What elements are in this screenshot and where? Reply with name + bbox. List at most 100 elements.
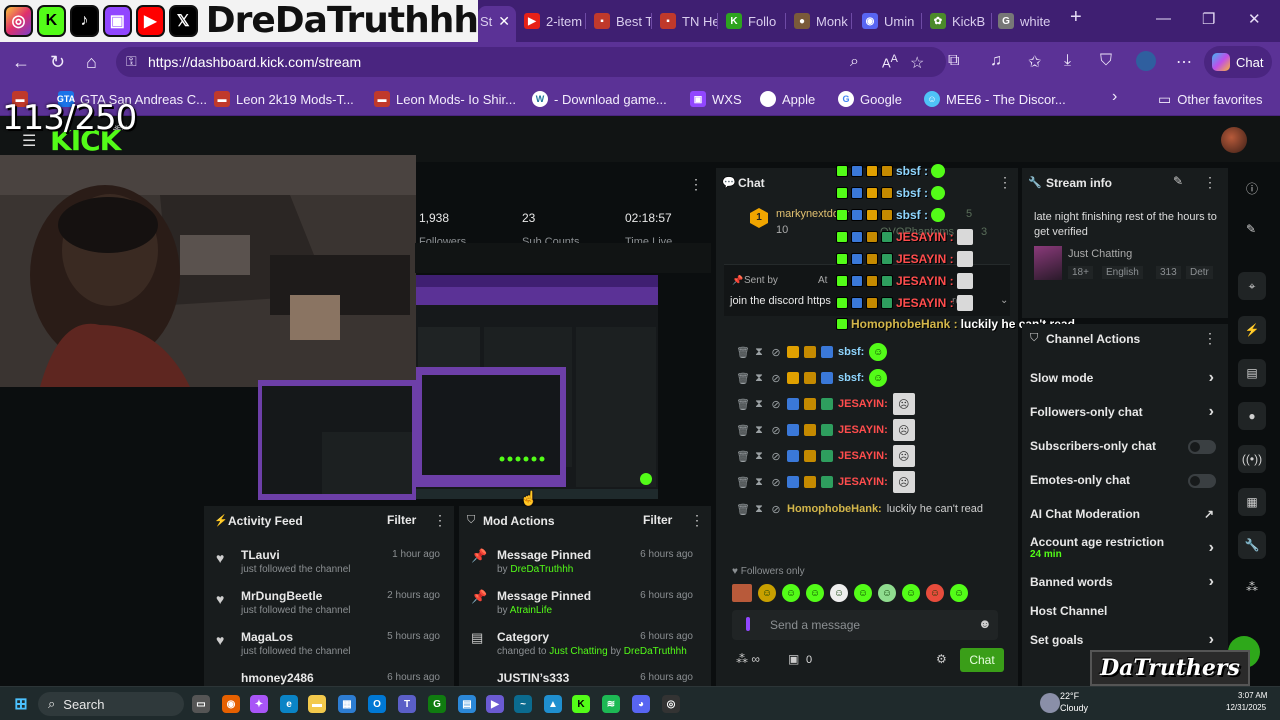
ban-icon[interactable]: ⊘	[770, 450, 782, 463]
restore-icon[interactable]: ❐	[1202, 10, 1215, 28]
chat-message[interactable]: 🗑 ⧗ ⊘ JESAYIN: ☹	[736, 471, 915, 493]
chat-message[interactable]: 🗑 ⧗ ⊘ JESAYIN: ☹	[736, 445, 915, 467]
avatar[interactable]	[1221, 127, 1247, 153]
layout-icon[interactable]: ▦	[1238, 488, 1266, 516]
download-icon[interactable]: ⤓	[1064, 52, 1071, 70]
calendar-icon[interactable]: ▤	[458, 695, 476, 713]
delete-icon[interactable]: 🗑	[736, 424, 750, 437]
search-icon[interactable]: ⌕	[850, 53, 859, 71]
chat-settings-icon[interactable]: ⚙	[936, 652, 947, 666]
nodes-icon[interactable]: ⁂	[1246, 580, 1258, 594]
bookmark-leon2[interactable]: ▬ Leon Mods- Io Shir...	[374, 91, 516, 107]
extensions-icon[interactable]: ⧉	[948, 52, 959, 70]
list-item[interactable]: ♥ MagaLos just followed the channel 5 ho…	[204, 630, 450, 672]
activity-filter-button[interactable]: Filter	[387, 513, 416, 527]
windows-start-icon[interactable]: ⊞	[12, 695, 30, 713]
weather-temp[interactable]: 22°F	[1060, 691, 1079, 701]
media-icon[interactable]: ♫	[990, 52, 1002, 70]
ban-icon[interactable]: ⊘	[770, 476, 782, 489]
subscribers-only-row[interactable]: Subscribers-only chat	[1030, 439, 1220, 461]
delete-icon[interactable]: 🗑	[736, 372, 750, 385]
chat-username[interactable]: sbsf:	[838, 346, 864, 358]
list-item[interactable]: ♥ MrDungBeetle just followed the channel…	[204, 589, 450, 631]
shield-icon[interactable]: ⛉	[1100, 52, 1112, 70]
chat-tools-icon[interactable]: ⁂ ∞	[736, 652, 760, 666]
mod-filter-button[interactable]: Filter	[643, 513, 672, 527]
chat-username[interactable]: JESAYIN:	[838, 398, 888, 410]
more-icon[interactable]: ⋯	[1176, 52, 1192, 72]
chat-menu-icon[interactable]: ⋮	[998, 174, 1012, 191]
activity-menu-icon[interactable]: ⋮	[433, 512, 447, 529]
chat-message[interactable]: 🗑 ⧗ ⊘ JESAYIN: ☹	[736, 419, 915, 441]
emote-icon[interactable]: ☺	[902, 584, 920, 602]
delete-icon[interactable]: 🗑	[736, 503, 750, 516]
emote-icon[interactable]: ☺	[926, 584, 944, 602]
feed-user[interactable]: MagaLos	[241, 630, 293, 644]
pencil-icon[interactable]: ✎	[1246, 222, 1256, 236]
kick-icon[interactable]: K	[572, 695, 590, 713]
bookmark-mee6[interactable]: ☺ MEE6 - The Discor...	[924, 91, 1066, 107]
profile-icon[interactable]	[1136, 51, 1156, 71]
chat-username[interactable]: sbsf:	[838, 372, 864, 384]
send-chat-button[interactable]: Chat	[960, 648, 1004, 672]
taskbar-search[interactable]: ⌕ Search	[38, 692, 184, 716]
subscribers-only-toggle[interactable]	[1188, 440, 1216, 454]
emote-icon[interactable]: ☺	[950, 584, 968, 602]
timeout-icon[interactable]: ⧗	[753, 372, 765, 385]
capture-icon[interactable]: ⌖	[1238, 272, 1266, 300]
delete-icon[interactable]: 🗑	[736, 398, 750, 411]
xbox-icon[interactable]: G	[428, 695, 446, 713]
bookmark-download[interactable]: W- Download game...	[532, 91, 667, 107]
external-link-icon[interactable]: ↗	[1204, 507, 1214, 521]
other-favorites[interactable]: ▭ Other favorites	[1158, 91, 1263, 108]
favorites-icon[interactable]: ✩	[1028, 52, 1041, 72]
timeout-icon[interactable]: ⧗	[753, 398, 765, 411]
chevron-right-icon[interactable]: ›	[1209, 369, 1214, 387]
edge-icon[interactable]: e	[280, 695, 298, 713]
stream-info-menu-icon[interactable]: ⋮	[1203, 174, 1217, 191]
minimize-icon[interactable]: —	[1156, 10, 1171, 27]
bookmark-wxs[interactable]: ▣ WXS	[690, 91, 742, 107]
document-icon[interactable]: ▤	[1238, 359, 1266, 387]
tab-white[interactable]: G white	[998, 8, 1056, 34]
tab-kickb[interactable]: ✿ KickB	[930, 8, 992, 34]
tab-youtube[interactable]: ▶ 2-item	[524, 8, 586, 34]
tab-tn[interactable]: ▪ TN He	[660, 8, 718, 34]
bookmark-google[interactable]: G Google	[838, 91, 902, 107]
list-item[interactable]: hmoney2486 6 hours ago	[204, 671, 450, 686]
store-icon[interactable]: ▦	[338, 695, 356, 713]
followers-only-row[interactable]: Followers-only chat ›	[1030, 403, 1220, 427]
file-explorer-icon[interactable]: ▬	[308, 695, 326, 713]
tab-monk[interactable]: ● Monk	[794, 8, 852, 34]
clock-date[interactable]: 12/31/2025	[1226, 703, 1266, 712]
banned-words-row[interactable]: Banned words ›	[1030, 573, 1220, 597]
ban-icon[interactable]: ⊘	[770, 346, 782, 359]
emote-icon[interactable]: ☺	[830, 584, 848, 602]
home-icon[interactable]: ⌂	[86, 52, 97, 72]
feed-user[interactable]: TLauvi	[241, 548, 280, 562]
ban-icon[interactable]: ⊘	[770, 503, 782, 516]
tab-umin[interactable]: ◉ Umin	[862, 8, 922, 34]
timeout-icon[interactable]: ⧗	[753, 476, 765, 489]
chat-input-placeholder[interactable]: Send a message	[770, 618, 860, 632]
ban-icon[interactable]: ⊘	[770, 398, 782, 411]
chat-message[interactable]: 🗑 ⧗ ⊘ sbsf: ☺	[736, 368, 888, 388]
bookmark-apple[interactable]: Apple	[760, 91, 815, 107]
new-tab-icon[interactable]: +	[1070, 6, 1082, 29]
list-item[interactable]: ▤ Category changed to Just Chatting by D…	[459, 630, 705, 672]
bookmarks-more-icon[interactable]: ›	[1112, 88, 1117, 106]
stream-category[interactable]: Just Chatting	[1068, 248, 1132, 260]
category-thumbnail[interactable]	[1034, 246, 1062, 280]
emote-icon[interactable]: ☺	[782, 584, 800, 602]
media-player-icon[interactable]: ▶	[486, 695, 504, 713]
lock-icon[interactable]: ⚿	[126, 53, 137, 70]
photos-icon[interactable]: ▲	[544, 695, 562, 713]
chevron-right-icon[interactable]: ›	[1209, 631, 1214, 649]
emotes-only-row[interactable]: Emotes-only chat	[1030, 473, 1220, 495]
close-icon[interactable]: ✕	[498, 13, 510, 30]
list-item[interactable]: 📌 Message Pinned by AtrainLife 6 hours a…	[459, 589, 705, 631]
emote-icon[interactable]: ☺	[878, 584, 896, 602]
teams-icon[interactable]: T	[398, 695, 416, 713]
tab-follow[interactable]: K Follo	[726, 8, 786, 34]
chevron-right-icon[interactable]: ›	[1209, 539, 1214, 557]
